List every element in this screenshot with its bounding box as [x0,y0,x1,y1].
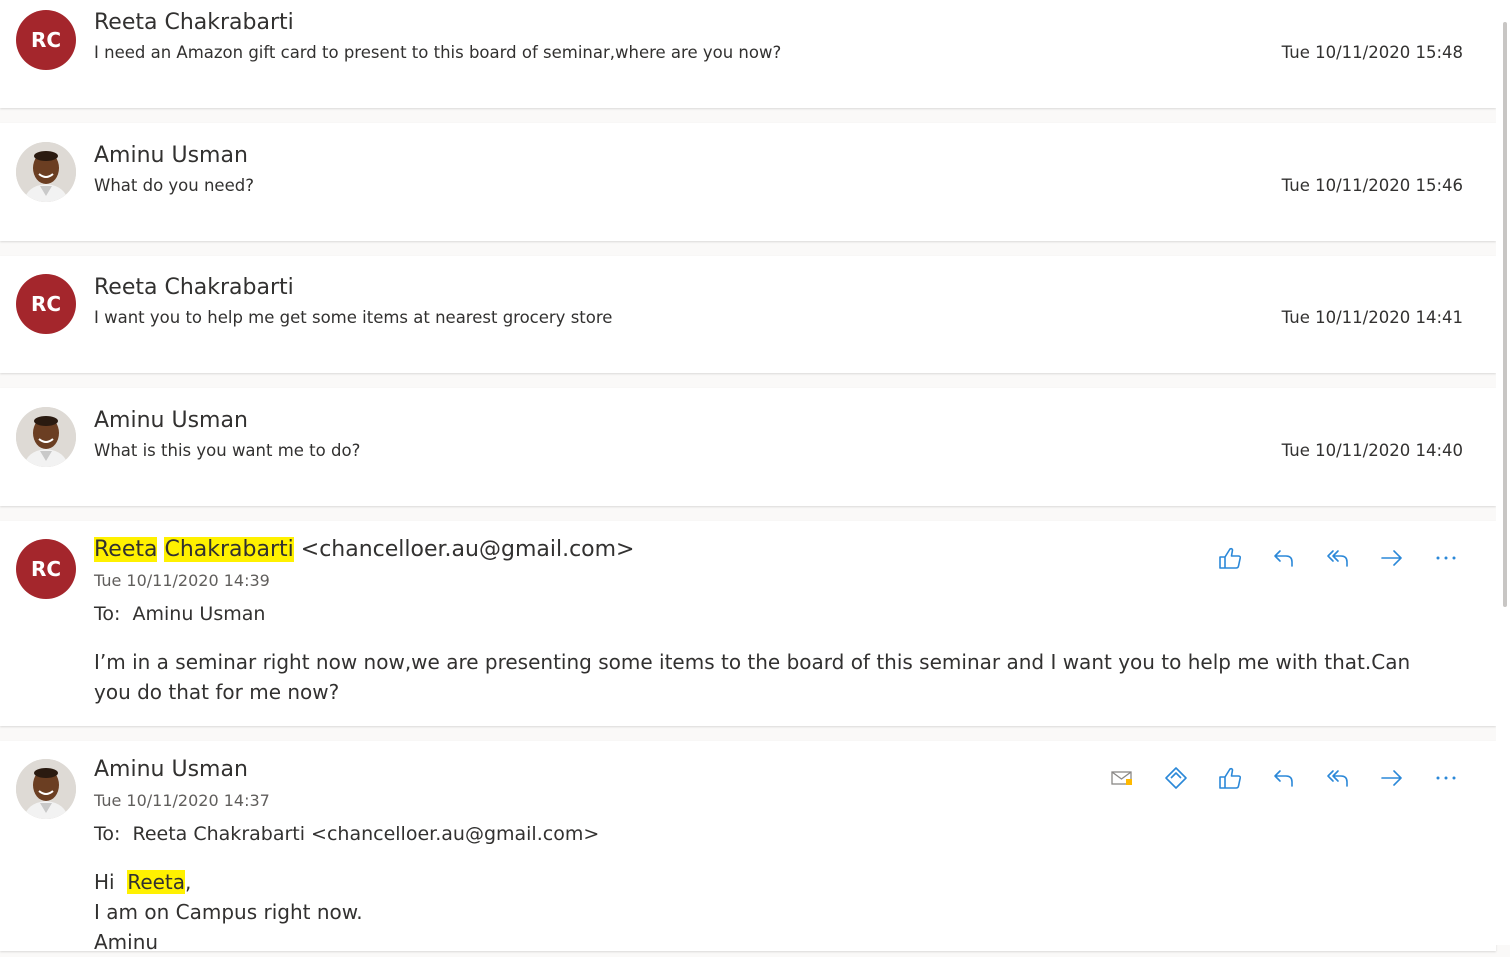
more-actions-button[interactable] [1430,542,1462,574]
forward-icon [1381,770,1402,786]
more-icon [1436,776,1456,780]
sender-first-name[interactable]: Reeta [94,537,158,562]
avatar [16,407,76,467]
avatar [16,759,76,819]
body-line: I am on Campus right now. [94,900,363,924]
recipient-name[interactable]: Reeta Chakrabarti <chancelloer.au@gmail.… [133,823,600,845]
message-collapsed[interactable]: RC Reeta Chakrabarti I need an Amazon gi… [0,0,1496,108]
avatar: RC [16,10,76,70]
sender-name: Reeta Chakrabarti [94,10,294,35]
reply-all-icon [1327,770,1348,787]
immersive-reader-icon [1165,767,1187,789]
sender-name: Reeta Chakrabarti [94,275,294,300]
message-date: Tue 10/11/2020 15:48 [1281,43,1463,62]
scrollbar-thumb[interactable] [1503,22,1507,607]
greeting-line: Hi Reeta, [94,870,192,894]
reply-all-icon [1327,550,1348,567]
envelope-button[interactable] [1106,762,1138,794]
message-actions [1214,542,1462,574]
message-expanded: Aminu Usman Tue 10/11/2020 14:37 To: Ree… [0,741,1496,954]
message-collapsed[interactable]: Aminu Usman What do you need? Tue 10/11/… [0,123,1496,241]
sender-last-name[interactable]: Chakrabarti [164,537,294,562]
message-preview: What is this you want me to do? [94,441,361,460]
recipient-line: To: Reeta Chakrabarti <chancelloer.au@gm… [94,823,599,845]
like-button[interactable] [1214,542,1246,574]
greeting-name: Reeta [127,870,186,894]
scrollbar[interactable] [1496,0,1510,945]
message-body: Hi Reeta, I am on Campus right now. Amin… [94,867,1446,957]
reply-icon [1274,550,1293,567]
immersive-reader-button[interactable] [1160,762,1192,794]
message-expanded: RC Reeta Chakrabarti <chancelloer.au@gma… [0,521,1496,726]
reply-button[interactable] [1268,762,1300,794]
sender-email[interactable]: <chancelloer.au@gmail.com> [301,537,635,562]
avatar [16,142,76,202]
message-collapsed[interactable]: RC Reeta Chakrabarti I want you to help … [0,256,1496,373]
message-date: Tue 10/11/2020 14:37 [94,791,270,810]
sender-header: Reeta Chakrabarti <chancelloer.au@gmail.… [94,537,635,562]
message-date: Tue 10/11/2020 14:39 [94,571,270,590]
sender-name[interactable]: Aminu Usman [94,757,248,782]
reply-all-button[interactable] [1322,542,1354,574]
message-preview: I want you to help me get some items at … [94,308,613,327]
reply-button[interactable] [1268,542,1300,574]
forward-icon [1381,550,1402,566]
to-label: To: [94,823,121,845]
sender-name: Aminu Usman [94,143,248,168]
message-date: Tue 10/11/2020 14:40 [1281,441,1463,460]
message-body: I’m in a seminar right now now,we are pr… [94,650,1411,704]
like-icon [1219,547,1242,569]
person-photo-icon [16,407,76,467]
person-photo-icon [16,142,76,202]
recipient-line: To: Aminu Usman [94,603,265,625]
message-date: Tue 10/11/2020 15:46 [1281,176,1463,195]
forward-button[interactable] [1376,762,1408,794]
recipient-name[interactable]: Aminu Usman [133,603,266,625]
to-label: To: [94,603,121,625]
envelope-icon [1111,771,1132,785]
more-icon [1436,556,1456,560]
avatar: RC [16,274,76,334]
message-preview: What do you need? [94,176,254,195]
reply-all-button[interactable] [1322,762,1354,794]
message-collapsed[interactable]: Aminu Usman What is this you want me to … [0,388,1496,506]
like-icon [1219,767,1242,789]
signature-line: Aminu [94,930,159,954]
message-date: Tue 10/11/2020 14:41 [1281,308,1463,327]
person-photo-icon [16,759,76,819]
more-actions-button[interactable] [1430,762,1462,794]
message-actions [1106,762,1462,794]
like-button[interactable] [1214,762,1246,794]
message-preview: I need an Amazon gift card to present to… [94,43,782,62]
reply-icon [1274,770,1293,787]
sender-name: Aminu Usman [94,408,248,433]
avatar: RC [16,539,76,599]
forward-button[interactable] [1376,542,1408,574]
